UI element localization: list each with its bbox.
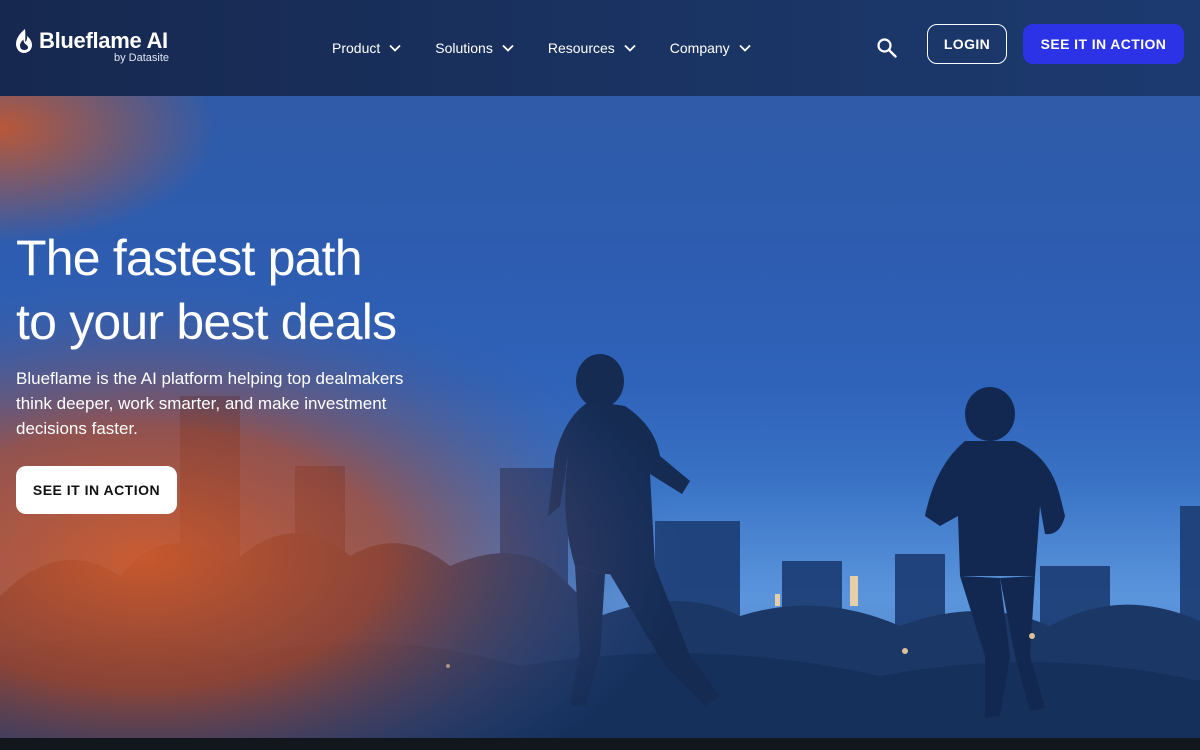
hero-subtitle: Blueflame is the AI platform helping top… xyxy=(16,369,404,438)
see-it-in-action-header-button[interactable]: SEE IT IN ACTION xyxy=(1023,24,1184,64)
nav-item-label: Product xyxy=(332,40,381,56)
bottom-strip xyxy=(0,738,1200,750)
main-nav: Product Solutions Resources Company xyxy=(332,36,785,60)
nav-item-resources[interactable]: Resources xyxy=(548,36,636,60)
nav-item-solutions[interactable]: Solutions xyxy=(435,36,514,60)
hero-title: The fastest path to your best deals xyxy=(16,226,576,354)
login-button[interactable]: LOGIN xyxy=(927,24,1007,64)
flame-logo-icon xyxy=(16,29,32,53)
chevron-down-icon xyxy=(502,44,514,52)
nav-item-label: Resources xyxy=(547,40,615,56)
hero-section: The fastest path to your best deals Blue… xyxy=(0,96,1200,738)
nav-item-product[interactable]: Product xyxy=(332,36,401,60)
chevron-down-icon xyxy=(624,44,636,52)
search-icon[interactable] xyxy=(876,37,898,59)
brand-logo[interactable]: Blueflame AI by Datasite xyxy=(16,28,186,68)
site-header: Blueflame AI by Datasite Product Solutio… xyxy=(0,0,1200,96)
brand-name: Blueflame AI xyxy=(39,28,168,53)
nav-item-label: Company xyxy=(669,40,730,56)
brand-subtitle: by Datasite xyxy=(114,52,170,64)
chevron-down-icon xyxy=(389,44,401,52)
hero-title-line-2: to your best deals xyxy=(16,294,397,350)
chevron-down-icon xyxy=(739,44,751,52)
nav-item-label: Solutions xyxy=(435,40,493,56)
hero-title-line-1: The fastest path xyxy=(16,230,363,286)
nav-item-company[interactable]: Company xyxy=(670,36,751,60)
see-it-in-action-hero-button[interactable]: SEE IT IN ACTION xyxy=(16,466,177,514)
